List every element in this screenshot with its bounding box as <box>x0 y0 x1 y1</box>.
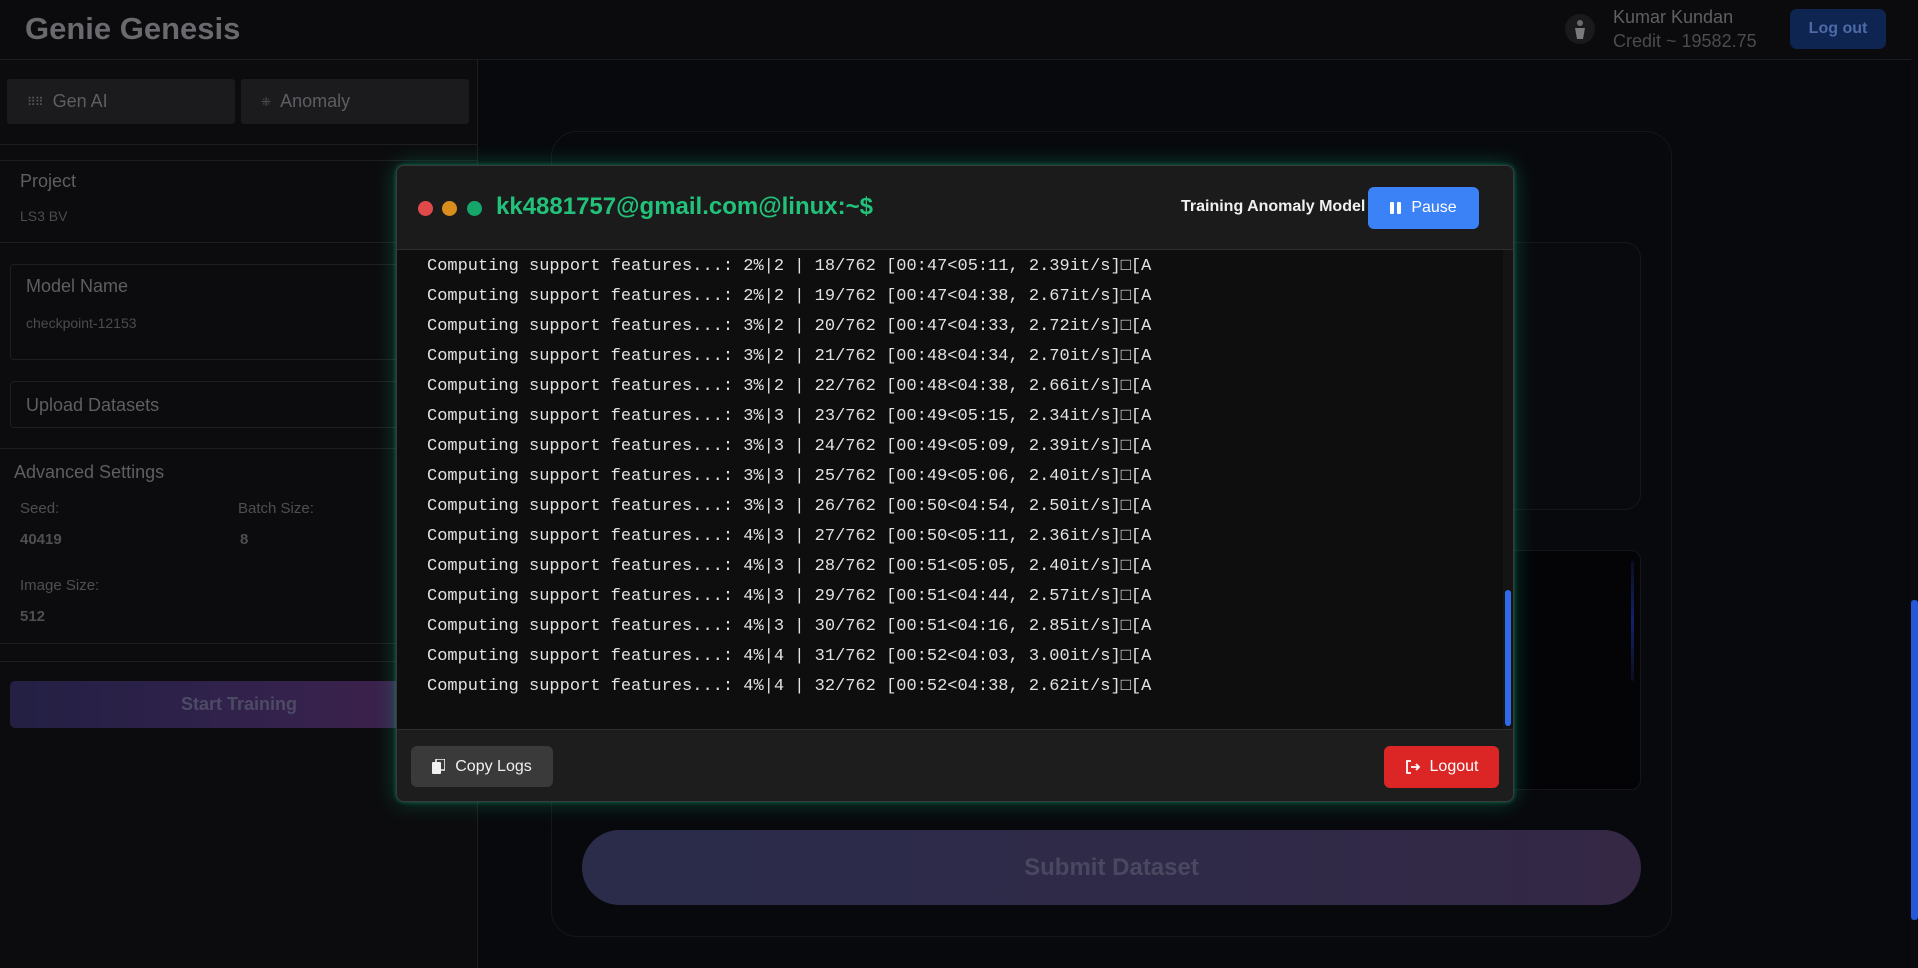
terminal-header: kk4881757@gmail.com@linux:~$ Training An… <box>397 166 1513 249</box>
brand-title: Genie Genesis <box>25 11 241 46</box>
pause-icon <box>1390 202 1402 214</box>
page-scrollbar-thumb[interactable] <box>1911 600 1918 920</box>
terminal-prompt: kk4881757@gmail.com@linux:~$ <box>496 193 873 220</box>
image-size-value[interactable]: 512 <box>20 608 45 625</box>
window-maximize-dot[interactable] <box>467 201 482 216</box>
copy-logs-label: Copy Logs <box>455 757 532 775</box>
image-size-label: Image Size: <box>20 577 100 594</box>
log-line: Computing support features...: 4%|3 | 28… <box>427 557 1152 576</box>
tab-gen-ai[interactable]: ⠿⠿ Gen AI <box>7 79 235 124</box>
batch-size-value[interactable]: 8 <box>240 531 248 548</box>
pause-label: Pause <box>1411 199 1457 216</box>
top-header: Genie Genesis Kumar Kundan Credit ~ 1958… <box>0 0 1918 60</box>
batch-size-label: Batch Size: <box>238 500 314 517</box>
log-line: Computing support features...: 3%|3 | 24… <box>427 437 1152 456</box>
model-name-value[interactable]: checkpoint-12153 <box>26 315 137 331</box>
seed-value[interactable]: 40419 <box>20 531 62 548</box>
pause-button[interactable]: Pause <box>1368 187 1479 229</box>
log-line: Computing support features...: 3%|3 | 23… <box>427 407 1152 426</box>
model-name-label: Model Name <box>26 276 129 296</box>
terminal-scrollbar[interactable] <box>1503 250 1513 729</box>
divider <box>0 144 478 145</box>
upload-datasets-label: Upload Datasets <box>26 395 160 415</box>
window-close-dot[interactable] <box>418 201 433 216</box>
submit-dataset-button[interactable]: Submit Dataset <box>582 830 1641 905</box>
log-line: Computing support features...: 3%|3 | 26… <box>427 497 1152 516</box>
log-line: Computing support features...: 3%|3 | 25… <box>427 467 1152 486</box>
terminal-logout-button[interactable]: Logout <box>1384 746 1499 788</box>
user-figure-icon <box>1575 20 1585 39</box>
header-logout-button[interactable]: Log out <box>1790 9 1886 49</box>
copy-logs-button[interactable]: Copy Logs <box>411 746 553 787</box>
terminal-modal: kk4881757@gmail.com@linux:~$ Training An… <box>396 165 1514 802</box>
logout-icon <box>1405 760 1420 774</box>
project-value[interactable]: LS3 BV <box>20 208 67 224</box>
page-scrollbar[interactable] <box>1911 0 1918 968</box>
avatar[interactable] <box>1565 14 1595 44</box>
panel-scrollbar[interactable] <box>1631 561 1634 681</box>
project-label: Project <box>20 171 77 191</box>
grid-dots-icon: ⠿⠿ <box>27 94 44 109</box>
logout-label: Logout <box>1429 758 1479 775</box>
seed-label: Seed: <box>20 500 60 517</box>
log-line: Computing support features...: 3%|2 | 21… <box>427 347 1152 366</box>
tab-anomaly-label: Anomaly <box>280 91 351 111</box>
log-line: Computing support features...: 4%|3 | 29… <box>427 587 1152 606</box>
credit-balance: Credit ~ 19582.75 <box>1613 31 1757 51</box>
terminal-log-output[interactable]: Computing support features...: 2%|2 | 18… <box>397 249 1513 730</box>
tab-anomaly[interactable]: ⁜ Anomaly <box>241 79 469 124</box>
sparkle-dots-icon: ⁜ <box>261 94 271 109</box>
log-line: Computing support features...: 3%|2 | 20… <box>427 317 1152 336</box>
log-line: Computing support features...: 3%|2 | 22… <box>427 377 1152 396</box>
log-line: Computing support features...: 2%|2 | 19… <box>427 287 1152 306</box>
log-line: Computing support features...: 4%|4 | 31… <box>427 647 1152 666</box>
training-status: Training Anomaly Model <box>1181 198 1366 215</box>
log-line: Computing support features...: 4%|4 | 32… <box>427 677 1152 696</box>
log-line: Computing support features...: 4%|3 | 30… <box>427 617 1152 636</box>
divider <box>0 160 478 161</box>
window-minimize-dot[interactable] <box>442 201 457 216</box>
user-name: Kumar Kundan <box>1613 7 1734 27</box>
terminal-scrollbar-thumb[interactable] <box>1505 590 1511 726</box>
terminal-footer: Copy Logs Logout <box>397 730 1513 801</box>
tab-gen-ai-label: Gen AI <box>52 91 108 111</box>
copy-icon <box>432 759 446 774</box>
log-line: Computing support features...: 2%|2 | 18… <box>427 257 1152 276</box>
advanced-settings-title: Advanced Settings <box>14 462 165 482</box>
log-line: Computing support features...: 4%|3 | 27… <box>427 527 1152 546</box>
